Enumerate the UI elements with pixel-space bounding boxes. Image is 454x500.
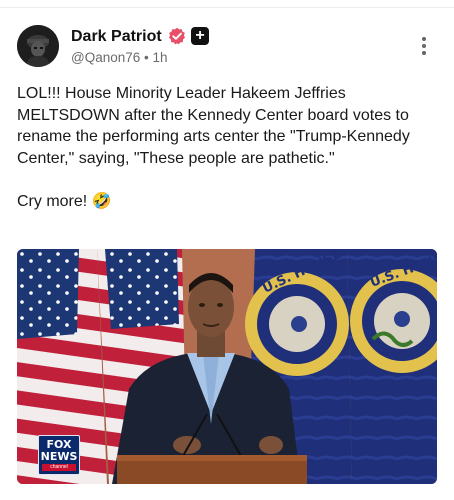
more-dot xyxy=(422,44,426,48)
author-handle[interactable]: @Qanon76 • 1h xyxy=(71,50,168,65)
fox-news-logo-line3: channel xyxy=(42,464,76,471)
post-time: 1h xyxy=(152,50,168,65)
post-text-paragraph: LOL!!! House Minority Leader Hakeem Jeff… xyxy=(17,85,410,167)
press-conference-photo: U.S. HOUSE OF U.S. HOUSE OF xyxy=(17,249,437,484)
post-body: LOL!!! House Minority Leader Hakeem Jeff… xyxy=(17,83,437,212)
meta-separator: • xyxy=(144,50,149,65)
more-vertical-icon xyxy=(422,37,426,41)
top-divider xyxy=(0,7,454,8)
handle-text: @Qanon76 xyxy=(71,50,141,65)
more-dot xyxy=(422,51,426,55)
author-name[interactable]: Dark Patriot xyxy=(71,28,162,46)
post-text-paragraph: Cry more! 🤣 xyxy=(17,192,112,210)
more-options-button[interactable] xyxy=(419,37,429,57)
verified-check-icon xyxy=(169,27,185,45)
post-media-image[interactable]: U.S. HOUSE OF U.S. HOUSE OF FOX NEWS cha… xyxy=(17,249,437,484)
plus-badge-icon: + xyxy=(191,27,209,45)
author-avatar[interactable] xyxy=(17,25,59,67)
fox-news-logo-line2: NEWS xyxy=(40,450,78,463)
fox-news-logo: FOX NEWS channel xyxy=(38,435,80,475)
hooded-figure-avatar xyxy=(17,25,59,67)
